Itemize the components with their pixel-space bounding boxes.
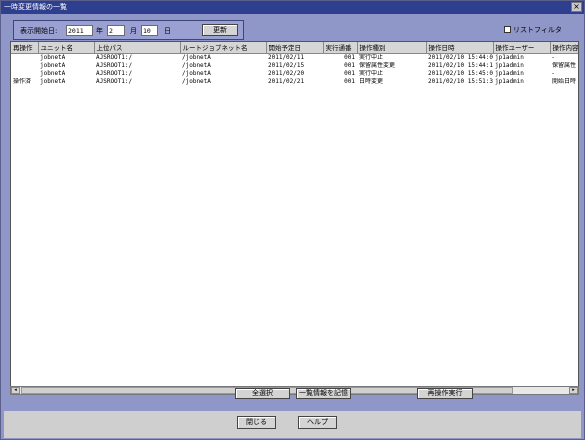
table-row[interactable]: jobnetA AJSROOT1:/ /jobnetA 2011/02/11 0… [11,53,578,62]
cell-reop [11,70,38,78]
cell-reop [11,62,38,70]
cell-op-content: - [552,53,555,61]
cell-exec-id: 001 [344,69,355,77]
cell-start-date: 2011/02/11 [268,53,305,61]
list-filter-toggle[interactable]: リストフィルタ [504,25,562,35]
main-content: 表示開始日: 年 月 日 更新 リストフィルタ 再操作 ユニット名 [4,16,581,412]
temp-change-list-window: 一時変更情報の一覧 × 表示開始日: 年 月 日 更新 リストフィルタ [0,0,585,440]
scroll-right-arrow-icon[interactable]: ▸ [569,387,578,394]
cell-parent-path: AJSROOT1:/ [96,53,133,61]
list-filter-label: リストフィルタ [513,26,562,34]
title-bar: 一時変更情報の一覧 × [1,1,584,14]
cell-op-datetime: 2011/02/10 15:45:02 [428,69,493,77]
cell-unit-name: jobnetA [40,53,66,61]
select-all-button[interactable]: 全選択 [235,388,290,399]
cell-unit-name: jobnetA [40,77,66,85]
cell-exec-id: 001 [344,77,355,85]
cell-unit-name: jobnetA [40,69,66,77]
column-header-parent-path[interactable]: 上位パス [94,42,181,54]
dialog-footer: 閉じる ヘルプ [4,411,581,438]
change-list-table: 再操作 ユニット名 上位パス ルートジョブネット名 開始予定日 実行通番 操作種… [11,42,578,86]
date-filter-group: 表示開始日: 年 月 日 更新 [13,20,244,40]
cell-unit-name: jobnetA [40,61,66,69]
cell-op-datetime: 2011/02/10 15:51:38 [428,77,493,85]
cell-op-user: jp1admin [495,61,524,69]
column-header-reop[interactable]: 再操作 [11,42,39,54]
year-input[interactable] [66,25,93,36]
cell-reop [11,53,38,62]
start-date-label: 表示開始日: [20,27,58,35]
cell-root-jobnet: /jobnetA [182,77,211,85]
update-button[interactable]: 更新 [202,24,238,36]
cell-op-datetime: 2011/02/10 15:44:02 [428,53,493,61]
cell-op-content: 開始日時 [552,77,577,85]
cell-start-date: 2011/02/21 [268,77,305,85]
table-row[interactable]: jobnetA AJSROOT1:/ /jobnetA 2011/02/20 0… [11,69,578,78]
close-window-icon[interactable]: × [571,2,582,12]
column-header-root-jobnet[interactable]: ルートジョブネット名 [180,42,267,54]
cell-reop: 操作済 [13,77,32,85]
horizontal-scrollbar[interactable]: ◂ ▸ [10,386,579,395]
cell-exec-id: 001 [344,53,355,61]
column-header-op-content[interactable]: 操作内容 [550,42,578,54]
list-filter-checkbox[interactable] [504,26,511,33]
cell-root-jobnet: /jobnetA [182,61,211,69]
cell-exec-id: 001 [344,61,355,69]
window-title: 一時変更情報の一覧 [4,3,67,11]
table-row[interactable]: jobnetA AJSROOT1:/ /jobnetA 2011/02/15 0… [11,61,578,70]
cell-root-jobnet: /jobnetA [182,53,211,61]
cell-op-content: 保留属性 [552,61,577,69]
cell-op-datetime: 2011/02/10 15:44:15 [428,61,493,69]
cell-op-type: 日時変更 [359,77,384,85]
cell-root-jobnet: /jobnetA [182,69,211,77]
change-list-table-container: 再操作 ユニット名 上位パス ルートジョブネット名 開始予定日 実行通番 操作種… [10,41,579,387]
cell-start-date: 2011/02/20 [268,69,305,77]
day-unit-label: 日 [164,27,171,35]
cell-parent-path: AJSROOT1:/ [96,77,133,85]
column-header-exec-id[interactable]: 実行通番 [323,42,358,54]
cell-parent-path: AJSROOT1:/ [96,69,133,77]
cell-op-content: - [552,69,555,77]
cell-op-type: 実行中止 [359,69,384,77]
cell-start-date: 2011/02/15 [268,61,305,69]
scroll-left-arrow-icon[interactable]: ◂ [11,387,20,394]
column-header-op-user[interactable]: 操作ユーザー [493,42,551,54]
help-button[interactable]: ヘルプ [298,416,337,429]
month-unit-label: 月 [130,27,137,35]
column-header-op-datetime[interactable]: 操作日時 [426,42,494,54]
close-button[interactable]: 閉じる [237,416,276,429]
year-unit-label: 年 [96,27,103,35]
day-input[interactable] [141,25,158,36]
cell-op-type: 実行中止 [359,53,384,61]
cell-parent-path: AJSROOT1:/ [96,61,133,69]
cell-op-user: jp1admin [495,77,524,85]
month-input[interactable] [107,25,125,36]
cell-op-user: jp1admin [495,69,524,77]
column-header-start-date[interactable]: 開始予定日 [266,42,324,54]
cell-op-type: 保留属性変更 [359,61,396,69]
cell-op-user: jp1admin [495,53,524,61]
column-header-unit-name[interactable]: ユニット名 [38,42,95,54]
table-row[interactable]: 操作済 jobnetA AJSROOT1:/ /jobnetA 2011/02/… [11,77,578,86]
table-header-row: 再操作 ユニット名 上位パス ルートジョブネット名 開始予定日 実行通番 操作種… [11,42,578,54]
reexecute-button[interactable]: 再操作実行 [417,388,473,399]
column-header-op-type[interactable]: 操作種別 [357,42,427,54]
save-list-button[interactable]: 一覧情報を記憶 [296,388,351,399]
